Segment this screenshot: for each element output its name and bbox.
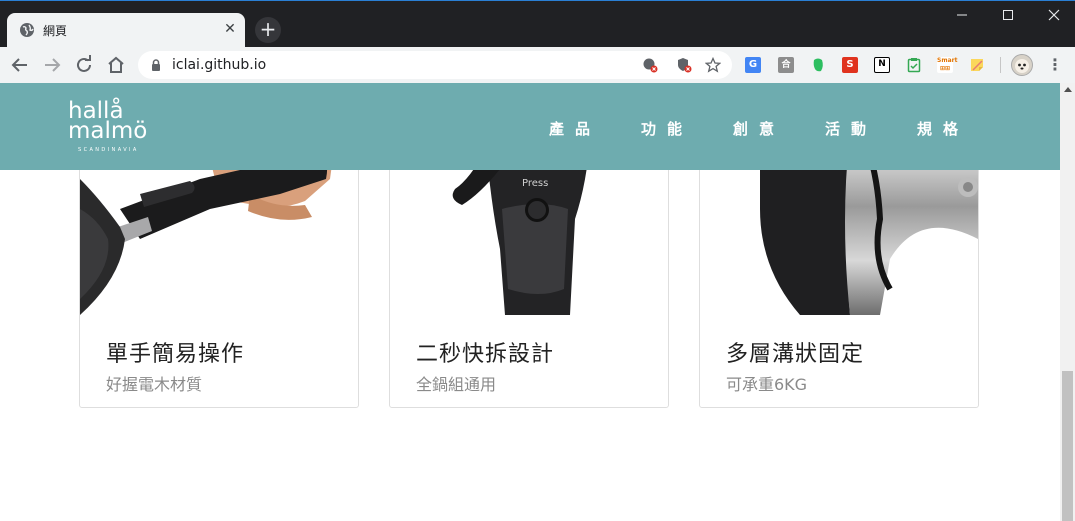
smart-extension-icon[interactable]: Smart ⊞⊞ bbox=[937, 57, 957, 73]
browser-toolbar: iclai.github.io G 合 S N Smart ⊞⊞ ⋮ bbox=[0, 47, 1075, 83]
address-bar[interactable]: iclai.github.io bbox=[138, 51, 732, 79]
lock-icon[interactable] bbox=[149, 58, 163, 72]
tab-close-icon[interactable]: ✕ bbox=[221, 20, 239, 38]
feature-card: 單手簡易操作 好握電木材質 bbox=[79, 138, 359, 408]
nav-item-specs[interactable]: 規格 bbox=[917, 118, 969, 139]
nav-item-events[interactable]: 活動 bbox=[825, 118, 877, 139]
toolbar-separator bbox=[1000, 57, 1001, 73]
close-window-button[interactable] bbox=[1031, 0, 1075, 30]
scroll-up-arrow-icon[interactable] bbox=[1064, 87, 1072, 92]
globe-icon bbox=[20, 23, 34, 37]
blocked-cookies-icon[interactable] bbox=[642, 57, 658, 73]
nav-item-products[interactable]: 產品 bbox=[549, 118, 601, 139]
new-tab-button[interactable]: + bbox=[255, 17, 281, 43]
bookmark-star-icon[interactable] bbox=[705, 57, 721, 73]
card-subtitle: 好握電木材質 bbox=[106, 375, 203, 394]
card-title: 二秒快拆設計 bbox=[416, 342, 555, 367]
home-icon[interactable] bbox=[104, 53, 128, 77]
browser-menu-icon[interactable]: ⋮ bbox=[1046, 55, 1064, 75]
browser-titlebar: 網頁 ✕ + bbox=[0, 0, 1075, 47]
minimize-button[interactable] bbox=[939, 0, 985, 30]
scrollbar-thumb[interactable] bbox=[1062, 371, 1073, 521]
back-arrow-icon[interactable] bbox=[8, 53, 32, 77]
logo-tagline: SCANDINAVIA bbox=[78, 147, 139, 153]
feature-card: Press 二秒快拆設計 全鍋組通用 bbox=[389, 138, 669, 408]
notion-icon[interactable]: N bbox=[874, 57, 890, 73]
logo-line-2: malmö bbox=[68, 118, 148, 144]
browser-tab[interactable]: 網頁 ✕ bbox=[7, 13, 245, 47]
maximize-button[interactable] bbox=[985, 0, 1031, 30]
clipboard-icon[interactable] bbox=[906, 57, 922, 73]
site-header: hallå malmö SCANDINAVIA 產品 功能 創意 活動 規格 bbox=[0, 83, 1060, 170]
close-icon bbox=[1048, 9, 1060, 21]
google-translate-icon[interactable]: G bbox=[745, 57, 761, 73]
tab-title: 網頁 bbox=[43, 24, 68, 38]
card-subtitle: 可承重6KG bbox=[726, 375, 808, 394]
reload-icon[interactable] bbox=[72, 53, 96, 77]
shield-blocked-icon[interactable] bbox=[676, 57, 692, 73]
evernote-icon[interactable] bbox=[810, 57, 826, 73]
minimize-icon bbox=[957, 14, 967, 16]
web-page: hallå malmö SCANDINAVIA 產品 功能 創意 活動 規格 單… bbox=[0, 83, 1075, 521]
window-top-border bbox=[0, 0, 1075, 1]
card-title: 單手簡易操作 bbox=[106, 342, 245, 367]
nav-item-ideas[interactable]: 創意 bbox=[733, 118, 785, 139]
press-label: Press bbox=[522, 178, 548, 189]
hallamalmo-logo[interactable]: hallå malmö SCANDINAVIA bbox=[66, 98, 166, 158]
nav-item-features[interactable]: 功能 bbox=[641, 118, 693, 139]
card-title: 多層溝狀固定 bbox=[726, 342, 865, 367]
profile-face-icon bbox=[1015, 59, 1029, 73]
feature-card: 多層溝狀固定 可承重6KG bbox=[699, 138, 979, 408]
profile-avatar[interactable] bbox=[1011, 54, 1033, 76]
card-subtitle: 全鍋組通用 bbox=[416, 375, 497, 394]
s-extension-icon[interactable]: S bbox=[842, 57, 858, 73]
sticky-note-icon[interactable] bbox=[969, 57, 985, 73]
gray-extension-icon[interactable]: 合 bbox=[778, 57, 794, 73]
maximize-icon bbox=[1003, 10, 1013, 20]
forward-arrow-icon[interactable] bbox=[40, 53, 64, 77]
url-text[interactable]: iclai.github.io bbox=[172, 57, 266, 73]
